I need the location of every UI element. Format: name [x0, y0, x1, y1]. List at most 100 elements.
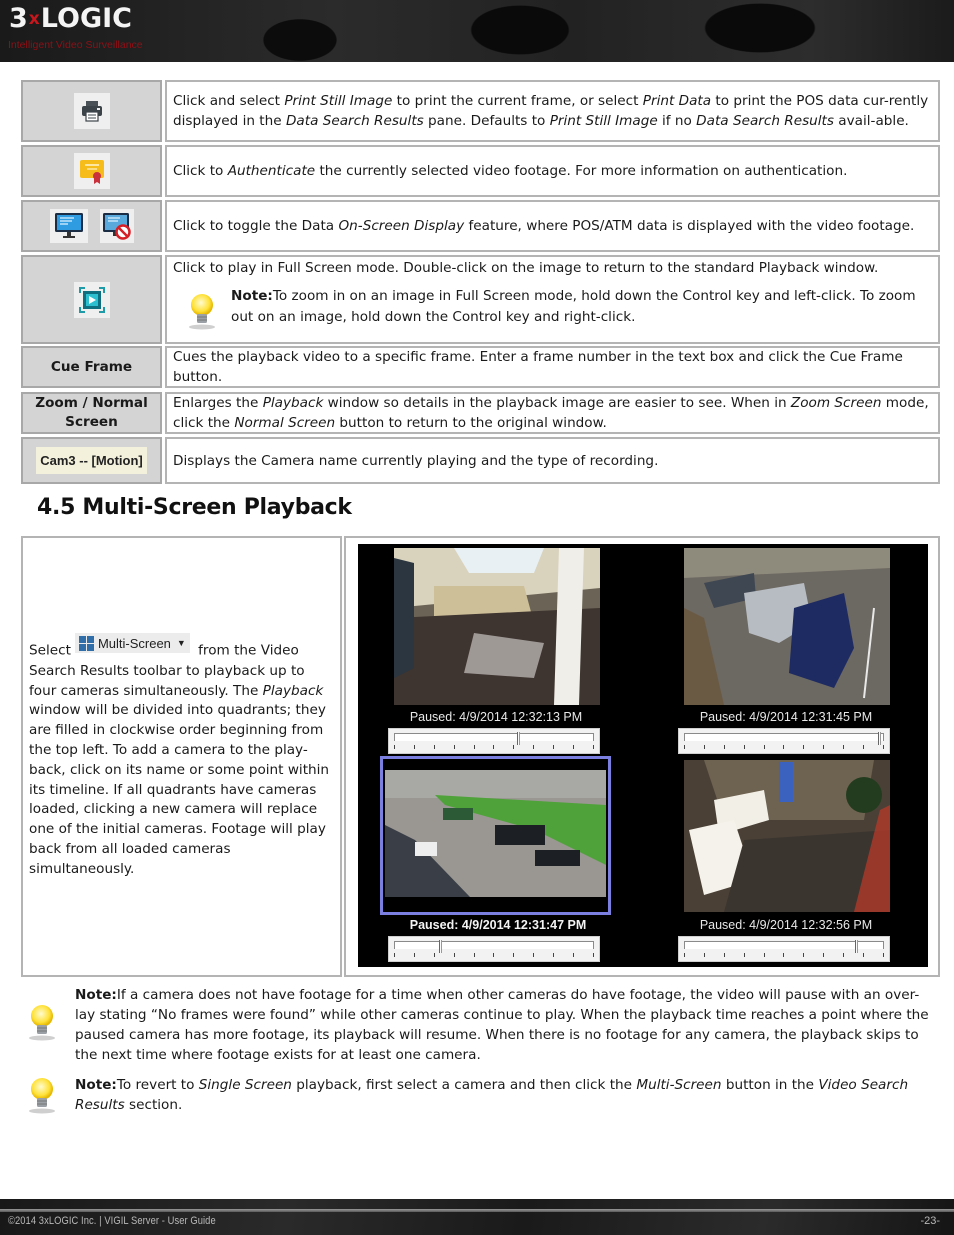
text-run: Click to toggle the Data [173, 218, 339, 234]
slider-thumb[interactable] [855, 940, 858, 953]
quadrant-status: Paused: 4/9/2014 12:32:13 PM [409, 710, 583, 724]
slider-tick [703, 953, 705, 957]
text-run: button in the [721, 1077, 819, 1093]
emphasis-text: Normal Screen [234, 415, 336, 431]
text-run: the currently selected video footage. Fo… [315, 163, 848, 179]
slider-tick [803, 953, 805, 957]
table-row-zoom-normal: Zoom / Normal Screen Enlarges the Playba… [21, 392, 940, 434]
dropdown-caret-icon: ▼ [176, 637, 186, 648]
timeline-slider[interactable] [678, 728, 890, 754]
quadrant-status: Paused: 4/9/2014 12:31:45 PM [699, 710, 873, 724]
text-run: window will be divided into quadrants; t… [29, 702, 330, 877]
note-body: If a camera does not have footage for a … [75, 987, 929, 1063]
logo-text-3: 3 [9, 3, 28, 34]
slider-thumb[interactable] [517, 732, 520, 745]
table-row-osd: Click to toggle the Data On-Screen Displ… [21, 200, 940, 252]
note-no-footage: Note:If a camera does not have footage f… [27, 985, 939, 1065]
slider-tick [493, 745, 495, 749]
footer-copyright: ©2014 3xLOGIC Inc. | VIGIL Server - User… [8, 1215, 216, 1227]
text-run: pane. Defaults to [423, 113, 550, 129]
quadrant-top-left[interactable]: Paused: 4/9/2014 12:32:13 PM [388, 548, 654, 758]
printer-icon[interactable] [73, 93, 110, 129]
camera-feed-lobby[interactable] [684, 760, 890, 912]
slider-tick [573, 745, 575, 749]
slider-tick [493, 953, 495, 957]
table-cell-icon [21, 255, 162, 344]
multi-screen-screenshot-frame: Paused: 4/9/2014 12:32:13 PM Paused: 4/9… [344, 536, 940, 977]
row-description: Click and select Print Still Image to pr… [173, 91, 932, 131]
slider-tick [433, 953, 435, 957]
slider-tick [473, 953, 475, 957]
text-run: window so details in the playback image … [323, 395, 791, 411]
slider-tick [592, 745, 594, 749]
slider-tick [513, 953, 515, 957]
timeline-slider[interactable] [388, 936, 600, 962]
text-run: button to return to the original window. [335, 415, 607, 431]
note-text: Note:If a camera does not have footage f… [75, 985, 939, 1065]
slider-tick [453, 745, 455, 749]
multi-screen-button[interactable]: Multi-Screen ▼ [74, 633, 190, 654]
multi-screen-button-label: Multi-Screen [97, 635, 171, 651]
slider-tick [882, 953, 884, 957]
table-cell-icon [21, 145, 162, 197]
slider-tick [553, 745, 555, 749]
note-text: Note:To revert to Single Screen playback… [75, 1075, 939, 1115]
page-footer: ©2014 3xLOGIC Inc. | VIGIL Server - User… [0, 1199, 954, 1235]
slider-tick [684, 953, 685, 957]
emphasis-text: Print Data [642, 93, 712, 109]
quadrant-status: Paused: 4/9/2014 12:31:47 PM [409, 918, 587, 932]
slider-thumb[interactable] [439, 940, 442, 953]
slider-tick [433, 745, 435, 749]
text-run: Enlarges the [173, 395, 263, 411]
slider-tick [843, 953, 845, 957]
slider-thumb[interactable] [878, 732, 881, 745]
fullscreen-note: Note:To zoom in on an image in Full Scre… [187, 288, 932, 330]
camera-feed-stairwell[interactable] [394, 548, 600, 705]
table-cell-icon [21, 80, 162, 142]
table-cell-description: Enlarges the Playback window so details … [165, 392, 940, 434]
table-cell-description: Click and select Print Still Image to pr… [165, 80, 940, 142]
slider-tick [763, 953, 765, 957]
slider-tick [513, 745, 515, 749]
quadrant-bottom-right[interactable]: Paused: 4/9/2014 12:32:56 PM [678, 756, 944, 966]
monitor-osd-on-icon[interactable] [49, 209, 88, 243]
camera-feed-lot-overview[interactable] [385, 770, 606, 897]
table-cell-description: Cues the playback video to a specific fr… [165, 346, 940, 388]
note-revert-single-screen: Note:To revert to Single Screen playback… [27, 1076, 939, 1115]
text-run: avail-able. [833, 113, 909, 129]
zoom-normal-screen-label: Zoom / Normal Screen [21, 392, 162, 434]
slider-tick [592, 953, 594, 957]
timeline-slider[interactable] [678, 936, 890, 962]
quadrant-bottom-left[interactable]: Paused: 4/9/2014 12:31:47 PM [380, 756, 640, 966]
slider-tick [743, 745, 745, 749]
emphasis-text: Multi-Screen [636, 1077, 722, 1093]
text-run: Click and select [173, 93, 285, 109]
camera-feed-parking-lot[interactable] [684, 548, 890, 705]
text-run: Cues the playback video to a specific fr… [173, 349, 903, 385]
logo-tagline: Intelligent Video Surveillance [8, 39, 143, 51]
slider-tick [533, 953, 535, 957]
slider-tick [863, 745, 865, 749]
certificate-icon[interactable] [73, 153, 110, 189]
quadrant-top-right[interactable]: Paused: 4/9/2014 12:31:45 PM [678, 548, 944, 758]
text-run: Click to [173, 163, 228, 179]
table-cell-description: Click to play in Full Screen mode. Doubl… [165, 255, 940, 344]
monitor-osd-off-icon[interactable] [99, 209, 134, 243]
timeline-slider[interactable] [388, 728, 600, 754]
fullscreen-play-icon[interactable] [73, 281, 110, 318]
slider-tick [783, 745, 785, 749]
row-description: Enlarges the Playback window so details … [173, 393, 932, 433]
text-run: playback, first select a camera and then… [291, 1077, 637, 1093]
lightbulb-icon [187, 292, 217, 330]
emphasis-text: Data Search Results [696, 113, 834, 129]
note-label: Note: [75, 1077, 117, 1093]
table-row-print: Click and select Print Still Image to pr… [21, 80, 940, 142]
row-description: Displays the Camera name currently playi… [173, 451, 932, 471]
slider-tick [394, 953, 395, 957]
slider-tick [473, 745, 475, 749]
quadrant-status: Paused: 4/9/2014 12:32:56 PM [699, 918, 873, 932]
slider-tick [823, 745, 825, 749]
emphasis-text: Single Screen [198, 1077, 292, 1093]
row-description: Click to toggle the Data On-Screen Displ… [173, 216, 932, 236]
slider-tick [803, 745, 805, 749]
